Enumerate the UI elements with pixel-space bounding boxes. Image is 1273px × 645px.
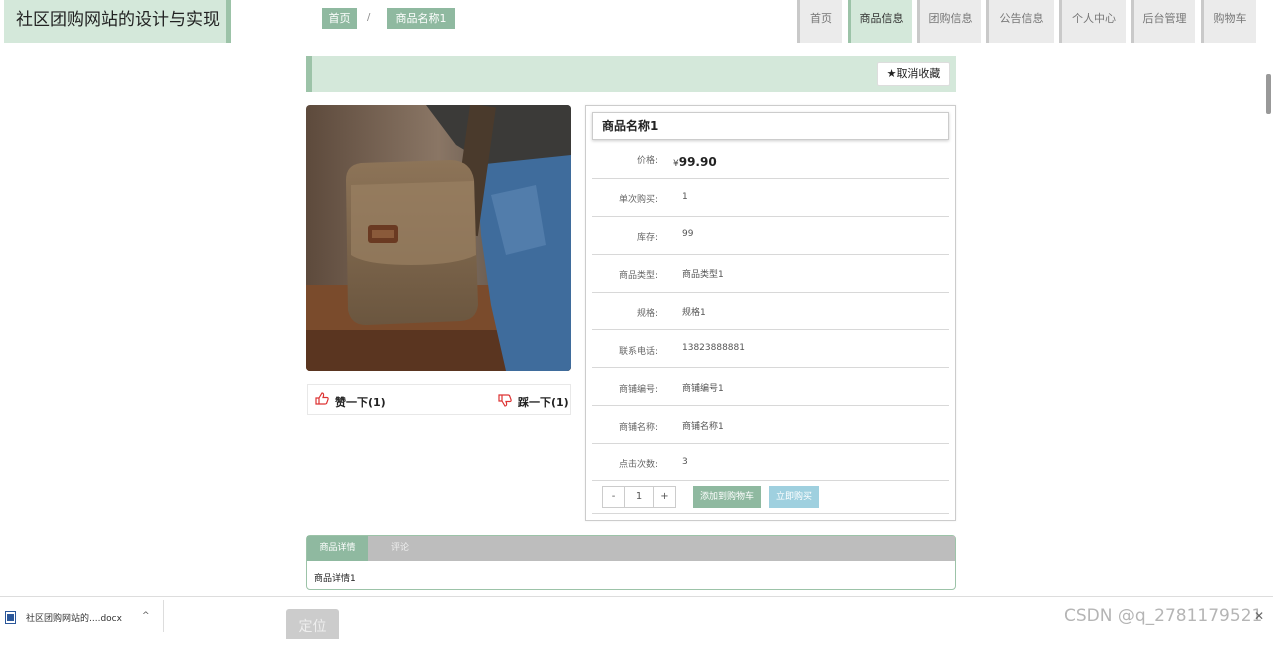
unfavorite-label: 取消收藏 xyxy=(896,67,941,80)
row-value: 规格1 xyxy=(682,308,706,318)
add-to-cart-button[interactable]: 添加到购物车 xyxy=(693,486,761,508)
nav-user-center[interactable]: 个人中心 xyxy=(1059,0,1126,43)
csdn-watermark: CSDN @q_2781179521 xyxy=(1064,606,1263,626)
nav-admin[interactable]: 后台管理 xyxy=(1131,0,1195,43)
row-value: 商品类型1 xyxy=(682,270,724,280)
breadcrumb-separator: / xyxy=(367,12,371,23)
row-divider xyxy=(592,367,949,368)
row-label: 库存: xyxy=(636,233,658,243)
download-file-name[interactable]: 社区团购网站的....docx xyxy=(26,611,122,624)
buy-now-button[interactable]: 立即购买 xyxy=(769,486,819,508)
product-image xyxy=(306,105,571,371)
tab-content: 商品详情1 xyxy=(314,574,356,584)
quantity-minus-button[interactable]: - xyxy=(602,486,625,508)
price-label: 价格: xyxy=(636,156,658,166)
word-file-icon xyxy=(5,611,16,624)
row-value: 商铺编号1 xyxy=(682,384,724,394)
row-divider xyxy=(592,513,949,514)
dislike-button[interactable]: 踩一下(1) xyxy=(518,394,569,410)
breadcrumb-home[interactable]: 首页 xyxy=(322,8,357,29)
row-divider xyxy=(592,216,949,217)
nav-group-buy[interactable]: 团购信息 xyxy=(917,0,981,43)
row-value: 商铺名称1 xyxy=(682,422,724,432)
chevron-up-icon[interactable]: ^ xyxy=(142,611,150,621)
row-label: 商品类型: xyxy=(618,271,658,281)
nav-home[interactable]: 首页 xyxy=(797,0,842,43)
breadcrumb-current[interactable]: 商品名称1 xyxy=(387,8,455,29)
row-value: 13823888881 xyxy=(682,343,745,353)
row-divider xyxy=(592,443,949,444)
row-value: 3 xyxy=(682,457,688,467)
nav-announcements[interactable]: 公告信息 xyxy=(986,0,1054,43)
row-label: 规格: xyxy=(636,309,658,319)
row-label: 点击次数: xyxy=(618,460,658,470)
site-title: 社区团购网站的设计与实现 xyxy=(4,0,231,43)
scrollbar-thumb[interactable] xyxy=(1266,74,1271,114)
row-label: 商铺编号: xyxy=(618,385,658,395)
row-divider xyxy=(592,292,949,293)
quantity-input[interactable]: 1 xyxy=(624,486,654,508)
row-divider xyxy=(592,405,949,406)
download-divider xyxy=(163,600,164,632)
unfavorite-button[interactable]: ★取消收藏 xyxy=(877,62,950,86)
tab-product-detail[interactable]: 商品详情 xyxy=(307,536,368,561)
row-divider xyxy=(592,329,949,330)
close-icon[interactable]: ✕ xyxy=(1254,609,1264,623)
price: ¥99.90 xyxy=(673,151,717,170)
breadcrumb xyxy=(306,56,956,92)
star-icon: ★ xyxy=(886,67,897,80)
row-label: 单次购买: xyxy=(618,195,658,205)
thumbs-up-icon[interactable] xyxy=(315,392,329,405)
nav-cart[interactable]: 购物车 xyxy=(1201,0,1256,43)
row-label: 商铺名称: xyxy=(618,423,658,433)
row-divider xyxy=(592,178,949,179)
tab-comments[interactable]: 评论 xyxy=(370,536,430,561)
price-value: 99.90 xyxy=(678,155,717,169)
quantity-plus-button[interactable]: + xyxy=(653,486,676,508)
nav-products[interactable]: 商品信息 xyxy=(848,0,912,43)
bag-photo xyxy=(306,105,571,371)
like-button[interactable]: 赞一下(1) xyxy=(335,394,386,410)
row-divider xyxy=(592,480,949,481)
row-label: 联系电话: xyxy=(618,347,658,357)
row-value: 99 xyxy=(682,229,694,239)
thumbs-down-icon[interactable] xyxy=(498,394,512,407)
row-value: 1 xyxy=(682,192,688,202)
row-divider xyxy=(592,254,949,255)
product-name: 商品名称1 xyxy=(592,112,949,140)
